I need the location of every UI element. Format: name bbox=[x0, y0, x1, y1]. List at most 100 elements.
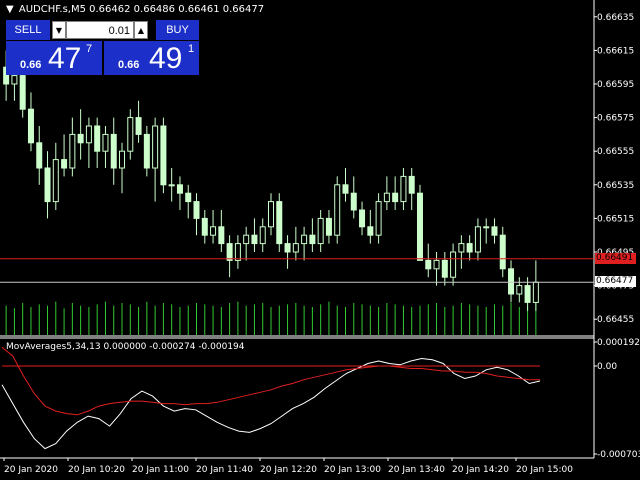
volume-bars bbox=[5, 287, 537, 335]
sell-price-prefix: 0.66 bbox=[20, 59, 42, 71]
bear-candle bbox=[61, 159, 68, 169]
sell-button[interactable]: SELL bbox=[6, 20, 50, 40]
time-tick-label: 20 Jan 2020 bbox=[4, 465, 58, 475]
bear-candle bbox=[392, 192, 399, 203]
price-tick-label: 0.66615 bbox=[597, 46, 634, 56]
bear-candle bbox=[44, 167, 51, 203]
bear-candle bbox=[176, 184, 183, 194]
bid-price-tag: 0.66477 bbox=[595, 276, 636, 288]
price-tick-label: 0.66575 bbox=[597, 114, 634, 124]
bear-candle bbox=[309, 234, 316, 245]
time-axis: 20 Jan 2020 20 Jan 10:20 20 Jan 11:00 20 Ja… bbox=[3, 458, 573, 475]
bull-candle bbox=[317, 217, 324, 245]
time-tick-label: 20 Jan 11:40 bbox=[196, 465, 253, 475]
time-tick-label: 20 Jan 12:20 bbox=[260, 465, 317, 475]
time-tick-label: 20 Jan 10:20 bbox=[68, 465, 125, 475]
bull-candle bbox=[474, 226, 481, 253]
time-tick-label: 20 Jan 13:00 bbox=[324, 465, 381, 475]
bear-candle bbox=[27, 108, 34, 144]
bull-candle bbox=[102, 133, 109, 152]
chart-menu-arrow-icon[interactable]: ▼ bbox=[6, 4, 14, 15]
ask-price-tag: 0.66491 bbox=[595, 252, 636, 264]
bear-candle bbox=[499, 234, 506, 270]
bear-candle bbox=[110, 133, 117, 169]
price-tick-label: 0.66455 bbox=[597, 315, 634, 325]
bear-candle bbox=[276, 201, 283, 245]
chart-header: ▼ AUDCHF.s,M5 0.66462 0.66486 0.66461 0.… bbox=[6, 4, 264, 15]
bear-candle bbox=[226, 243, 233, 261]
bear-candle bbox=[201, 217, 208, 236]
bull-candle bbox=[152, 125, 159, 169]
slow-ma-line bbox=[1, 346, 540, 416]
bull-candle bbox=[168, 184, 175, 187]
bear-candle bbox=[425, 259, 432, 270]
bull-candle bbox=[400, 175, 407, 203]
bull-candle bbox=[234, 243, 241, 261]
bear-candle bbox=[185, 192, 192, 203]
bull-candle bbox=[292, 243, 299, 253]
bull-candle bbox=[268, 201, 274, 228]
bear-candle bbox=[160, 125, 167, 186]
bull-candle bbox=[52, 159, 59, 203]
bear-candle bbox=[359, 209, 366, 228]
bear-candle bbox=[524, 285, 531, 303]
bear-candle bbox=[218, 226, 225, 245]
buy-quote[interactable]: 0.66 49 1 bbox=[104, 41, 199, 75]
time-tick-label: 20 Jan 15:00 bbox=[516, 465, 573, 475]
bear-candle bbox=[342, 184, 349, 194]
indicator-title: MovAverages5,34,13 0.000000 -0.000274 -0… bbox=[6, 342, 245, 352]
bear-candle bbox=[77, 133, 84, 144]
buy-button[interactable]: BUY bbox=[156, 20, 199, 40]
time-tick-label: 20 Jan 11:00 bbox=[132, 465, 189, 475]
sell-price-big: 47 bbox=[48, 42, 82, 75]
bear-candle bbox=[193, 201, 200, 219]
bear-candle bbox=[367, 226, 374, 236]
bear-candle bbox=[36, 142, 43, 169]
bear-candle bbox=[94, 125, 101, 152]
bull-candle bbox=[301, 234, 308, 245]
bear-candle bbox=[19, 75, 26, 110]
bear-candle bbox=[135, 117, 142, 135]
bull-candle bbox=[210, 226, 217, 236]
bull-candle bbox=[69, 133, 76, 169]
bull-candle bbox=[532, 281, 539, 303]
bear-candle bbox=[408, 175, 415, 194]
sell-price-pipette: 7 bbox=[86, 43, 93, 55]
bear-candle bbox=[284, 243, 291, 253]
one-click-trading-panel: SELL ▼ 0.01 ▲ BUY 0.66 47 7 0.66 49 1 bbox=[6, 20, 199, 75]
price-tick-label: 0.66555 bbox=[597, 147, 634, 157]
buy-price-big: 49 bbox=[149, 42, 183, 75]
bull-candle bbox=[450, 251, 457, 278]
price-tick-label: 0.66535 bbox=[597, 181, 634, 191]
chevron-up-icon[interactable]: ▲ bbox=[134, 21, 148, 39]
indicator-lines bbox=[1, 346, 541, 450]
bear-candle bbox=[416, 192, 423, 261]
bull-candle bbox=[458, 243, 465, 253]
bear-candle bbox=[143, 133, 150, 169]
lot-size-input[interactable]: 0.01 bbox=[66, 21, 134, 39]
bear-candle bbox=[466, 243, 473, 253]
buy-price-pipette: 1 bbox=[188, 43, 195, 55]
bull-candle bbox=[85, 125, 92, 144]
bull-candle bbox=[516, 285, 523, 295]
symbol-quote-line: AUDCHF.s,M5 0.66462 0.66486 0.66461 0.66… bbox=[18, 4, 265, 15]
bull-candle bbox=[119, 150, 126, 169]
indicator-axis: 0.000192 0.00 -0.000703 bbox=[594, 338, 640, 460]
bull-candle bbox=[483, 226, 490, 229]
indicator-tick-label: 0.000192 bbox=[597, 338, 640, 348]
indicator-tick-label: 0.00 bbox=[597, 362, 617, 372]
bull-candle bbox=[127, 117, 134, 152]
price-tick-label: 0.66635 bbox=[597, 13, 634, 23]
time-tick-label: 20 Jan 13:40 bbox=[388, 465, 445, 475]
chevron-down-icon[interactable]: ▼ bbox=[52, 21, 66, 39]
sell-quote[interactable]: 0.66 47 7 bbox=[6, 41, 102, 75]
indicator-tick-label: -0.000703 bbox=[597, 450, 640, 460]
price-tick-label: 0.66595 bbox=[597, 80, 634, 90]
bear-candle bbox=[441, 259, 448, 278]
bull-candle bbox=[383, 192, 390, 203]
bull-candle bbox=[375, 201, 382, 236]
bear-candle bbox=[251, 234, 258, 245]
bull-candle bbox=[259, 226, 266, 245]
buy-price-prefix: 0.66 bbox=[118, 59, 140, 71]
candlesticks bbox=[3, 50, 539, 311]
